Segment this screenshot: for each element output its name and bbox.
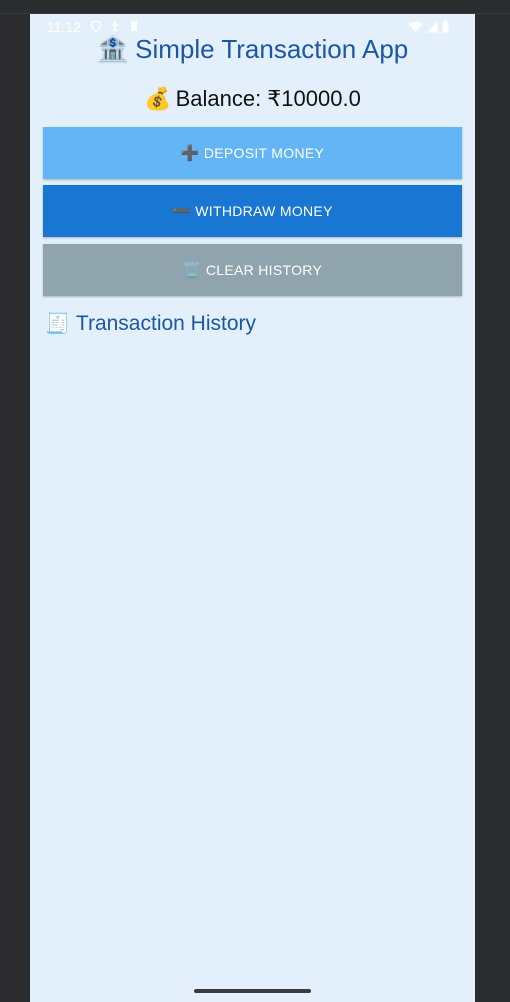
- money-bag-icon: 💰: [144, 86, 172, 111]
- app-screen: 11:12 🏦 Simple Transaction App 💰 Balance…: [30, 14, 475, 1002]
- clear-history-button[interactable]: 🗑️ CLEAR HISTORY: [43, 244, 462, 296]
- transaction-history-heading: 🧾 Transaction History: [45, 310, 256, 338]
- withdraw-label: WITHDRAW MONEY: [195, 203, 333, 219]
- deposit-money-button[interactable]: ➕ DEPOSIT MONEY: [43, 127, 462, 179]
- trash-icon: 🗑️: [182, 262, 202, 279]
- balance-display: 💰 Balance: ₹10000.0: [30, 84, 475, 114]
- receipt-icon: 🧾: [45, 313, 70, 335]
- minus-icon: ➖: [172, 203, 192, 220]
- bank-icon: 🏦: [96, 34, 130, 64]
- plus-icon: ➕: [180, 145, 200, 162]
- deposit-label: DEPOSIT MONEY: [203, 145, 325, 161]
- balance-text: Balance: ₹10000.0: [175, 86, 361, 111]
- window-top-bar: [0, 0, 510, 14]
- withdraw-money-button[interactable]: ➖ WITHDRAW MONEY: [43, 185, 462, 237]
- app-title: 🏦 Simple Transaction App: [30, 30, 475, 68]
- app-title-text: Simple Transaction App: [135, 34, 409, 64]
- gesture-nav-handle[interactable]: [194, 989, 311, 993]
- clear-label: CLEAR HISTORY: [205, 262, 323, 278]
- history-title-text: Transaction History: [75, 312, 257, 335]
